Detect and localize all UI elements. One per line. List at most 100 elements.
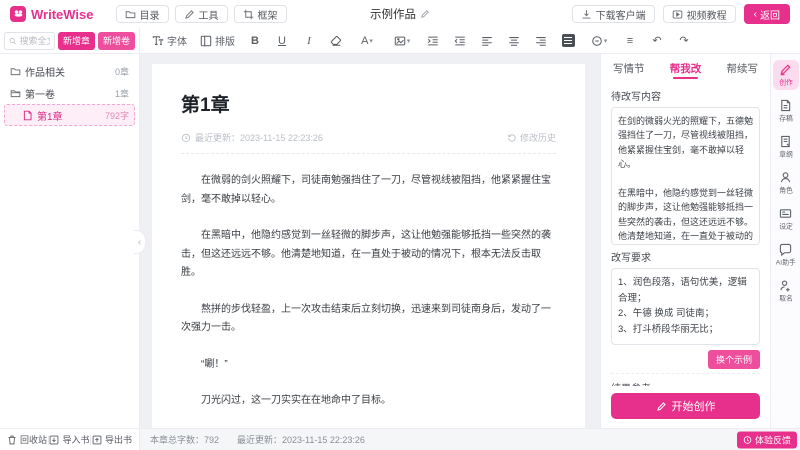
line-spacing-button[interactable]: ≡	[623, 33, 637, 49]
tab-write-plot[interactable]: 写情节	[613, 54, 645, 82]
symbol-dropdown-button[interactable]: ▾	[588, 33, 610, 49]
indent-decrease-button[interactable]	[453, 33, 467, 49]
feature-dock: 创作 存稿 章纲 角色 设定 AI助手	[770, 54, 800, 428]
writewise-logo-icon	[10, 6, 26, 22]
dock-item-settings[interactable]: 设定	[773, 204, 799, 234]
tools-button[interactable]: 工具	[175, 5, 228, 23]
chapter-count: 0章	[115, 65, 129, 78]
editor-page[interactable]: 第1章 最近更新：2023-11-15 22:23:26 修改历史 在微弱的剑火…	[152, 64, 585, 428]
feedback-button[interactable]: 体验反馈	[737, 431, 797, 448]
bottom-bar: 回收站 导入书 导出书 本章总字数：792 最近更新：2023-11-15 22…	[0, 428, 800, 450]
indent-decrease-icon	[454, 35, 466, 47]
eraser-icon	[330, 35, 342, 47]
image-icon	[394, 35, 406, 47]
import-icon	[49, 435, 59, 445]
assistant-tabs: 写情节 帮我改 帮续写	[601, 54, 770, 82]
indent-increase-button[interactable]	[426, 33, 440, 49]
video-icon	[672, 9, 683, 20]
sidebar-item-chapter1[interactable]: 第1章 792字	[4, 104, 135, 126]
undo-button[interactable]: ↶	[650, 33, 664, 49]
person-tag-icon	[779, 279, 792, 292]
layout-icon	[200, 35, 212, 47]
dock-item-outline[interactable]: 章纲	[773, 132, 799, 162]
sidebar-item-volume1[interactable]: 第一卷 1章	[4, 82, 135, 104]
requirement-line: 2、午德 换成 司徒南；	[618, 306, 753, 322]
rewrite-panel: 待改写内容 在剑的微弱火光的照耀下，五德勉强挡住了一刀，尽管视线被阻挡，他紧紧握…	[601, 82, 770, 386]
start-writing-button[interactable]: 开始创作	[611, 393, 760, 419]
redo-button[interactable]: ↷	[677, 33, 691, 49]
change-example-button[interactable]: 换个示例	[708, 350, 760, 369]
paragraph[interactable]: “唰！”	[181, 356, 556, 375]
pen-icon	[656, 401, 667, 412]
search-icon	[9, 36, 16, 46]
back-button[interactable]: ‹ 返回	[744, 4, 790, 24]
align-center-icon	[508, 35, 520, 47]
video-tutorial-button[interactable]: 视频教程	[663, 5, 736, 23]
rewrite-content-input[interactable]: 在剑的微弱火光的照耀下，五德勉强挡住了一刀，尽管视线被阻挡，他紧紧握住宝剑，毫不…	[611, 107, 760, 245]
outline-document-icon	[779, 135, 792, 148]
catalog-button[interactable]: 目录	[116, 5, 169, 23]
paragraph[interactable]: 在微弱的剑火照耀下，司徒南勉强挡住了一刀，尽管视线被阻挡，他紧紧握住宝剑，毫不敢…	[181, 172, 556, 209]
dock-item-create[interactable]: 创作	[773, 60, 799, 90]
indent-increase-icon	[427, 35, 439, 47]
rewrite-requirements-input[interactable]: 1、润色段落，语句优美，逻辑合理； 2、午德 换成 司徒南； 3、打斗桥段华丽无…	[611, 268, 760, 345]
search-input[interactable]	[19, 36, 50, 46]
clear-format-button[interactable]	[329, 33, 343, 49]
editor-toolbar: 新增章 新增卷 字体 排版 B U I A▾ ▾	[0, 28, 800, 54]
last-updated: 最近更新：2023-11-15 22:23:26	[237, 433, 365, 446]
export-icon	[92, 435, 102, 445]
paragraph[interactable]: 在黑暗中，他隐约感觉到一丝轻微的脚步声，这让他勉强能够抵挡一些突然的袭击，但这还…	[181, 227, 556, 283]
clock-icon	[181, 133, 191, 143]
ai-assistant-panel: 写情节 帮我改 帮续写 待改写内容 在剑的微弱火光的照耀下，五德勉强挡住了一刀，…	[600, 54, 770, 428]
dock-item-drafts[interactable]: 存稿	[773, 96, 799, 126]
bold-button[interactable]: B	[248, 33, 262, 49]
align-center-button[interactable]	[507, 33, 521, 49]
import-book-button[interactable]: 导入书	[49, 433, 89, 446]
rewrite-requirements-label: 改写要求	[611, 249, 760, 264]
insert-image-button[interactable]: ▾	[391, 33, 413, 49]
paragraph[interactable]: 熬拼的步伐轻盈，上一次攻击结束后立刻切换，迅速来到司徒南身后，发动了一次强力一击…	[181, 301, 556, 338]
font-menu[interactable]: 字体	[152, 33, 187, 48]
sidebar-item-related[interactable]: 作品相关 0章	[4, 60, 135, 82]
chapter-meta: 最近更新：2023-11-15 22:23:26 修改历史	[181, 131, 556, 154]
font-color-button[interactable]: A▾	[356, 33, 378, 49]
updated-time: 最近更新：2023-11-15 22:23:26	[195, 131, 323, 144]
caret-down-icon: ▾	[407, 37, 411, 45]
align-left-button[interactable]	[480, 33, 494, 49]
collapse-chevron-icon: ‹	[138, 237, 141, 248]
align-right-button[interactable]	[534, 33, 548, 49]
top-header: WriteWise 目录 工具 框架 示例作品 下载客户端 视频教程	[0, 0, 800, 28]
format-toolbar: 字体 排版 B U I A▾ ▾	[140, 28, 800, 53]
download-client-button[interactable]: 下载客户端	[572, 5, 655, 23]
align-justify-button[interactable]	[561, 33, 575, 49]
word-count: 792字	[105, 109, 129, 122]
underline-button[interactable]: U	[275, 33, 289, 49]
dock-item-characters[interactable]: 角色	[773, 168, 799, 198]
tab-help-rewrite[interactable]: 帮我改	[670, 54, 702, 82]
dock-item-ai-helper[interactable]: AI助手	[773, 240, 799, 270]
search-box[interactable]	[4, 32, 55, 50]
add-volume-button[interactable]: 新增卷	[98, 32, 135, 50]
paragraph[interactable]: 刀光闪过，这一刀实实在在地命中了目标。	[181, 392, 556, 411]
chapter-title: 第1章	[181, 90, 556, 117]
italic-button[interactable]: I	[302, 33, 316, 49]
requirement-line: 3、打斗桥段华丽无比；	[618, 322, 753, 338]
align-right-icon	[535, 35, 547, 47]
edit-title-icon[interactable]	[420, 9, 430, 19]
recycle-bin-button[interactable]: 回收站	[7, 433, 47, 446]
document-title: 示例作品	[370, 6, 430, 22]
history-icon	[507, 133, 517, 143]
chapter-count: 1章	[115, 87, 129, 100]
tab-help-continue[interactable]: 帮续写	[727, 54, 759, 82]
dock-item-naming[interactable]: 取名	[773, 276, 799, 306]
circle-dropdown-icon	[591, 35, 603, 47]
framework-button[interactable]: 框架	[234, 5, 287, 23]
export-book-button[interactable]: 导出书	[92, 433, 132, 446]
chat-bubble-icon	[779, 243, 792, 256]
status-bar: 本章总字数：792 最近更新：2023-11-15 22:23:26 体验反馈	[140, 429, 800, 450]
add-chapter-button[interactable]: 新增章	[58, 32, 95, 50]
example-row: 换个示例	[611, 345, 760, 373]
layout-menu[interactable]: 排版	[200, 33, 235, 48]
font-icon	[152, 35, 164, 47]
revision-history-button[interactable]: 修改历史	[507, 131, 556, 144]
